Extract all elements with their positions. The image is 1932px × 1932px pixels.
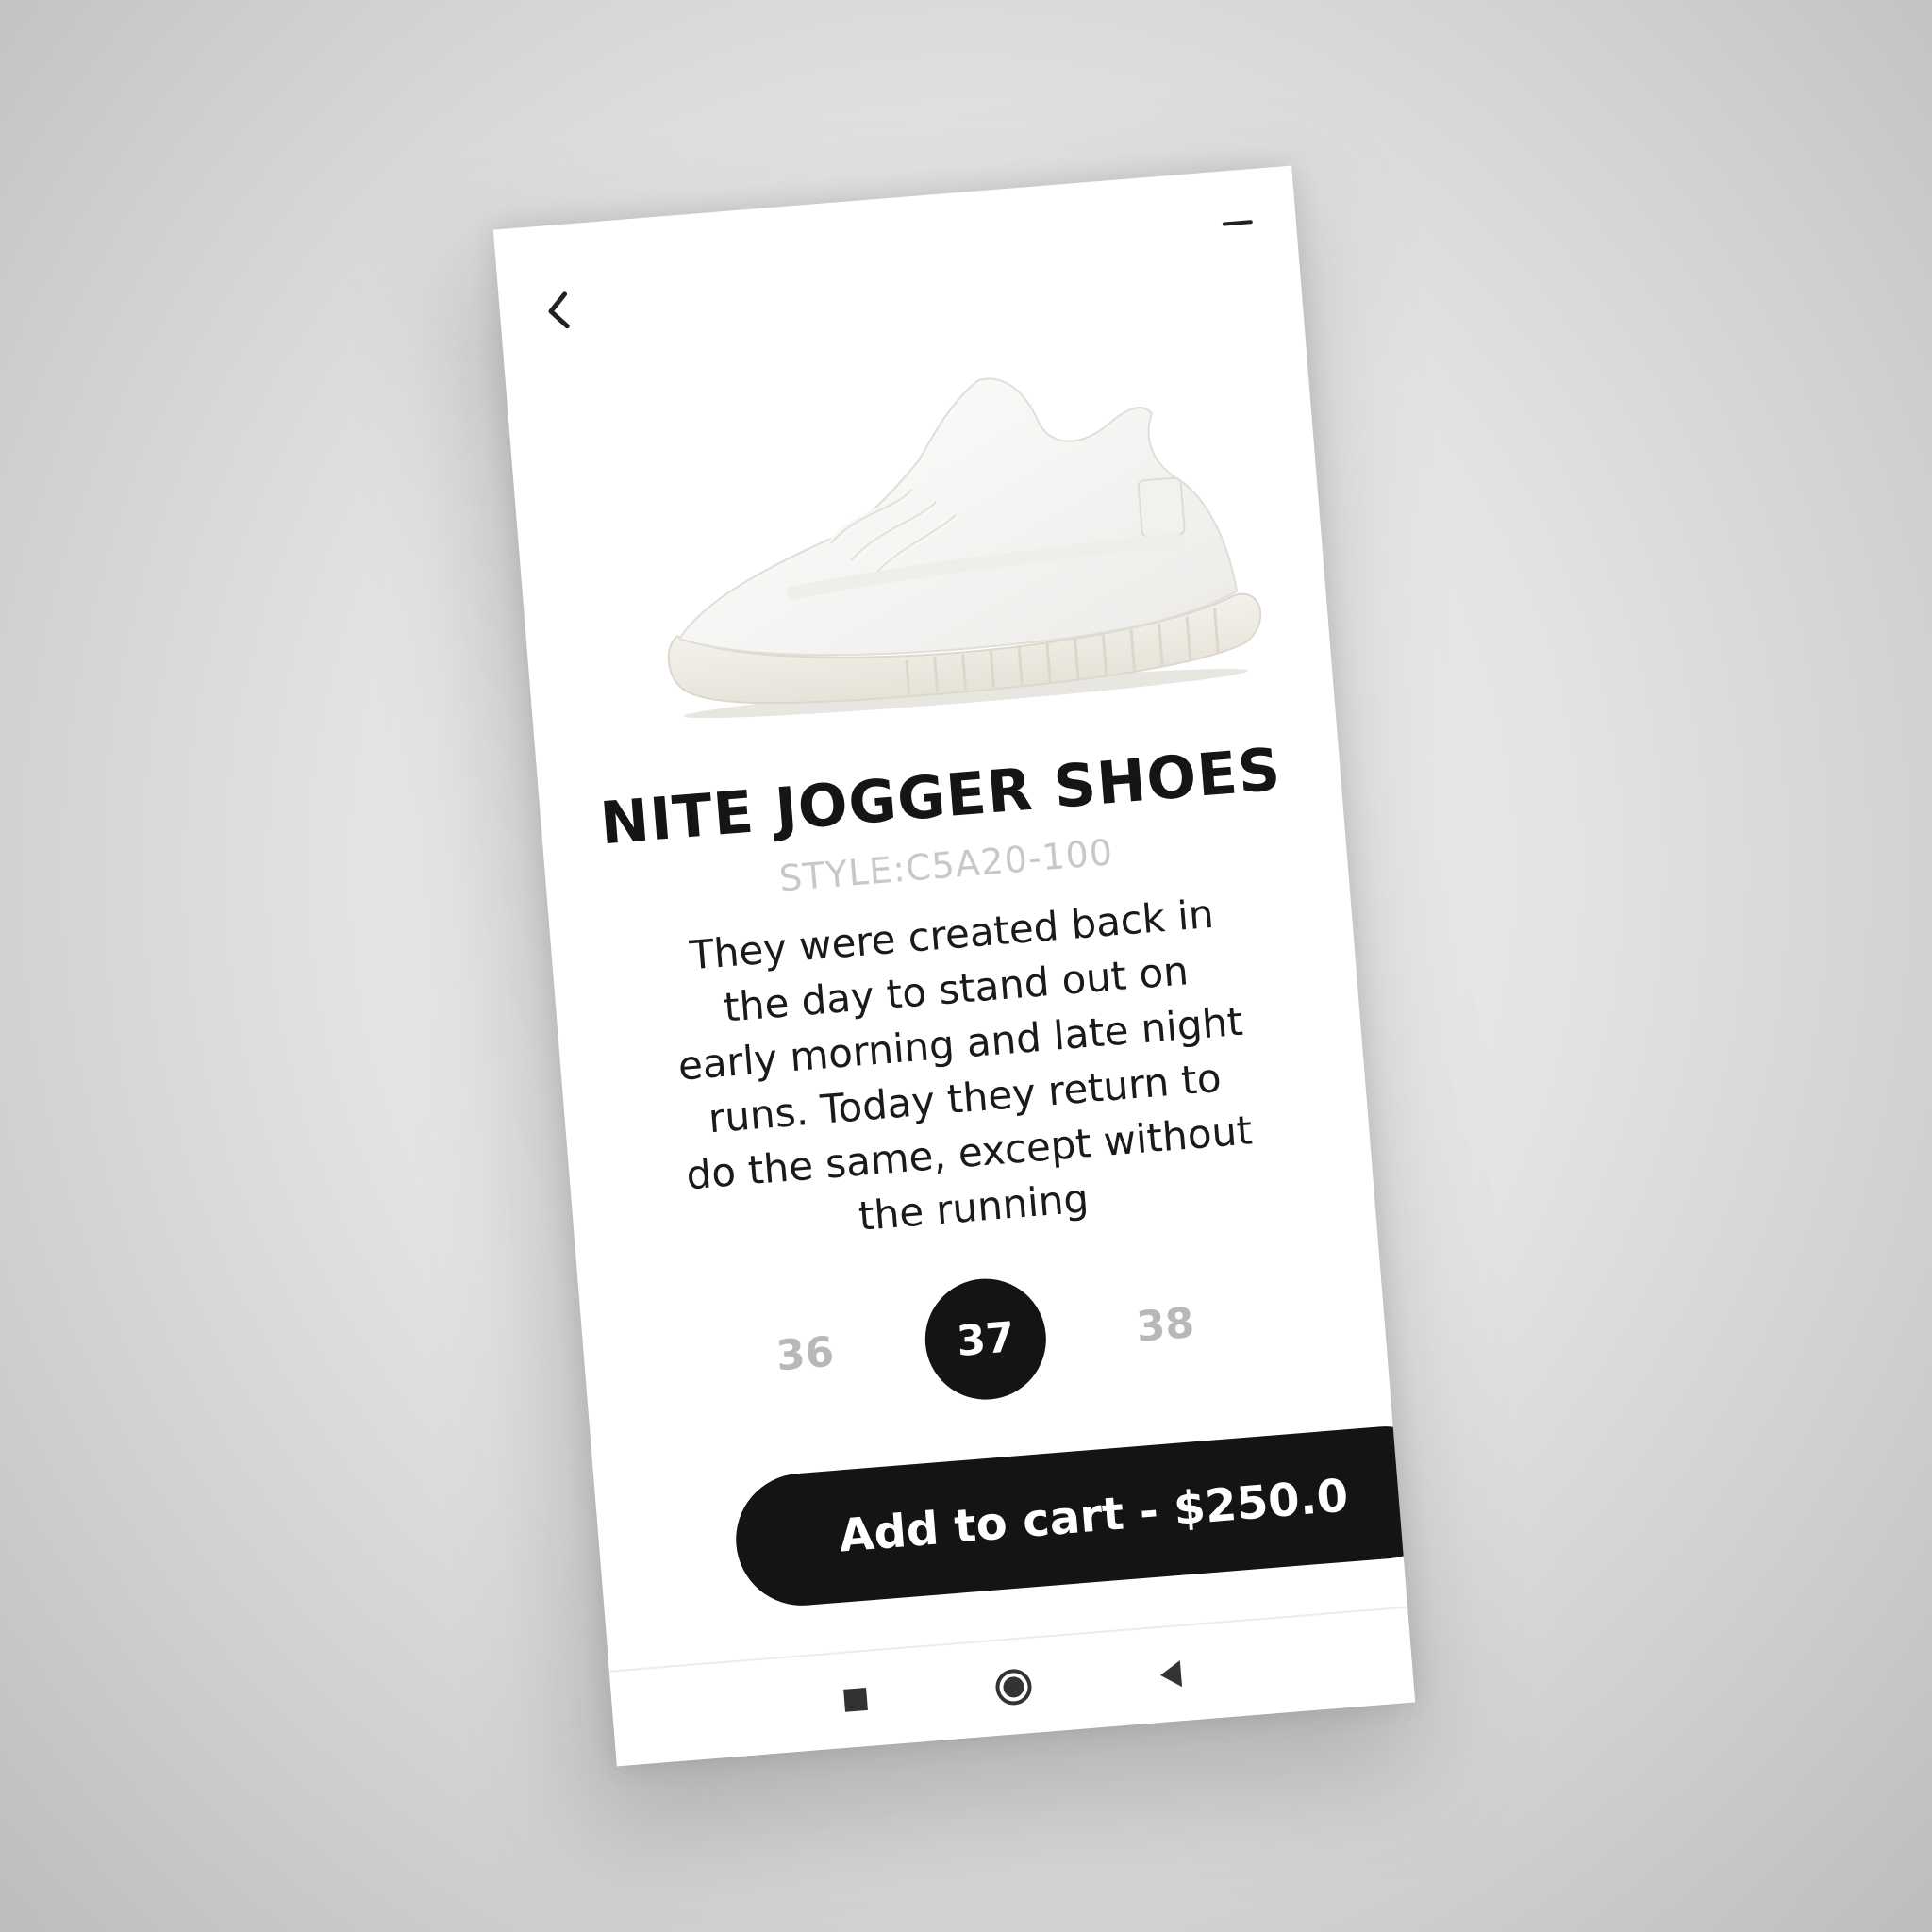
menu-button[interactable]	[1216, 207, 1259, 238]
add-to-cart-button[interactable]: Add to cart - $250.0	[730, 1421, 1416, 1611]
sneaker-image	[667, 377, 1262, 719]
triangle-left-icon	[1160, 1660, 1183, 1688]
nav-recents-button[interactable]	[833, 1677, 877, 1722]
circle-icon	[995, 1669, 1032, 1706]
back-button[interactable]	[534, 285, 585, 336]
product-image	[601, 337, 1306, 740]
size-option-38[interactable]: 38	[1100, 1259, 1230, 1390]
nav-home-button[interactable]	[991, 1665, 1036, 1709]
minus-icon	[1222, 220, 1253, 226]
product-description: They were created back in the day to sta…	[675, 890, 1255, 1240]
phone-screen: NITE JOGGER SHOES STYLE:C5A20-100 They w…	[492, 165, 1416, 1767]
size-selector: 36 37 38	[580, 1247, 1389, 1434]
size-option-37-selected[interactable]: 37	[920, 1274, 1051, 1405]
square-icon	[843, 1687, 868, 1712]
size-option-36[interactable]: 36	[741, 1289, 871, 1419]
chevron-left-icon	[548, 291, 570, 329]
nav-back-button[interactable]	[1149, 1652, 1193, 1696]
